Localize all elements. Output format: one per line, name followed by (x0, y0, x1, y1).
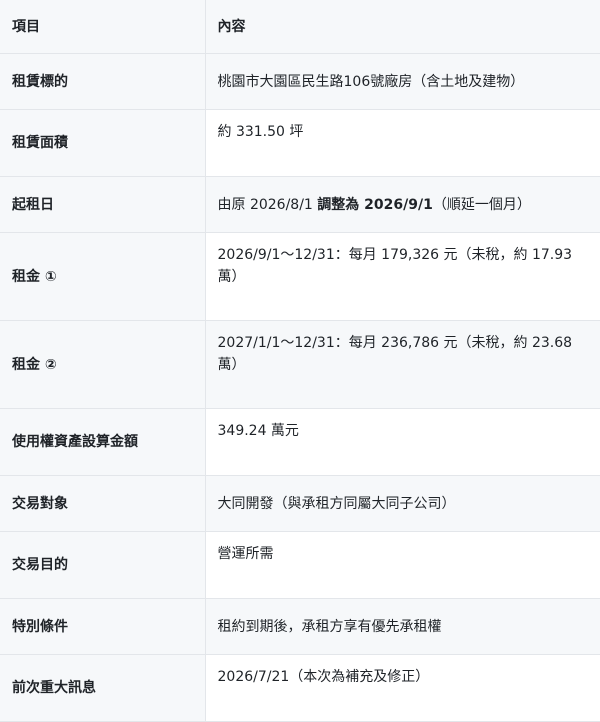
row-key: 特別條件 (0, 598, 205, 655)
row-value: 營運所需 (204, 531, 600, 599)
table-row: 租賃面積 約 331.50 坪 (0, 109, 600, 177)
table-row: 租賃標的 桃園市大園區民生路106號廠房（含土地及建物） (0, 53, 600, 110)
row-key: 租賃面積 (0, 109, 205, 177)
row-key: 使用權資產設算金額 (0, 408, 205, 476)
table-row: 特別條件 租約到期後，承租方享有優先承租權 (0, 598, 600, 655)
info-table: 項目 內容 租賃標的 桃園市大園區民生路106號廠房（含土地及建物） 租賃面積 … (0, 0, 600, 722)
table-row: 交易目的 營運所需 (0, 531, 600, 599)
start-date-adjusted: 調整為 2026/9/1 (317, 196, 433, 213)
row-key: 租金 ② (0, 320, 205, 409)
row-value: 約 331.50 坪 (204, 109, 600, 177)
row-value: 2026/7/21（本次為補充及修正） (204, 654, 600, 722)
header-item: 項目 (0, 0, 205, 54)
table-row: 前次重大訊息 2026/7/21（本次為補充及修正） (0, 654, 600, 722)
row-key: 租賃標的 (0, 53, 205, 110)
table-row: 租金 ① 2026/9/1～12/31：每月 179,326 元（未稅，約 17… (0, 232, 600, 321)
row-key: 交易目的 (0, 531, 205, 599)
row-value: 桃園市大園區民生路106號廠房（含土地及建物） (204, 53, 600, 110)
row-key: 前次重大訊息 (0, 654, 205, 722)
row-key: 起租日 (0, 176, 205, 233)
table-header-row: 項目 內容 (0, 0, 600, 54)
row-value: 租約到期後，承租方享有優先承租權 (204, 598, 600, 655)
start-date-original: 由原 2026/8/1 (217, 196, 318, 213)
table-row: 起租日 由原 2026/8/1 調整為 2026/9/1（順延一個月） (0, 176, 600, 233)
table-row: 使用權資產設算金額 349.24 萬元 (0, 408, 600, 476)
row-key: 租金 ① (0, 232, 205, 321)
row-value: 349.24 萬元 (204, 408, 600, 476)
row-key: 交易對象 (0, 475, 205, 532)
row-value: 2027/1/1～12/31：每月 236,786 元（未稅，約 23.68 萬… (204, 320, 600, 409)
row-value: 2026/9/1～12/31：每月 179,326 元（未稅，約 17.93 萬… (204, 232, 600, 321)
table-row: 租金 ② 2027/1/1～12/31：每月 236,786 元（未稅，約 23… (0, 320, 600, 409)
start-date-note: （順延一個月） (432, 196, 531, 213)
row-value: 由原 2026/8/1 調整為 2026/9/1（順延一個月） (204, 176, 600, 233)
table-row: 交易對象 大同開發（與承租方同屬大同子公司） (0, 475, 600, 532)
header-content: 內容 (204, 0, 600, 54)
row-value: 大同開發（與承租方同屬大同子公司） (204, 475, 600, 532)
